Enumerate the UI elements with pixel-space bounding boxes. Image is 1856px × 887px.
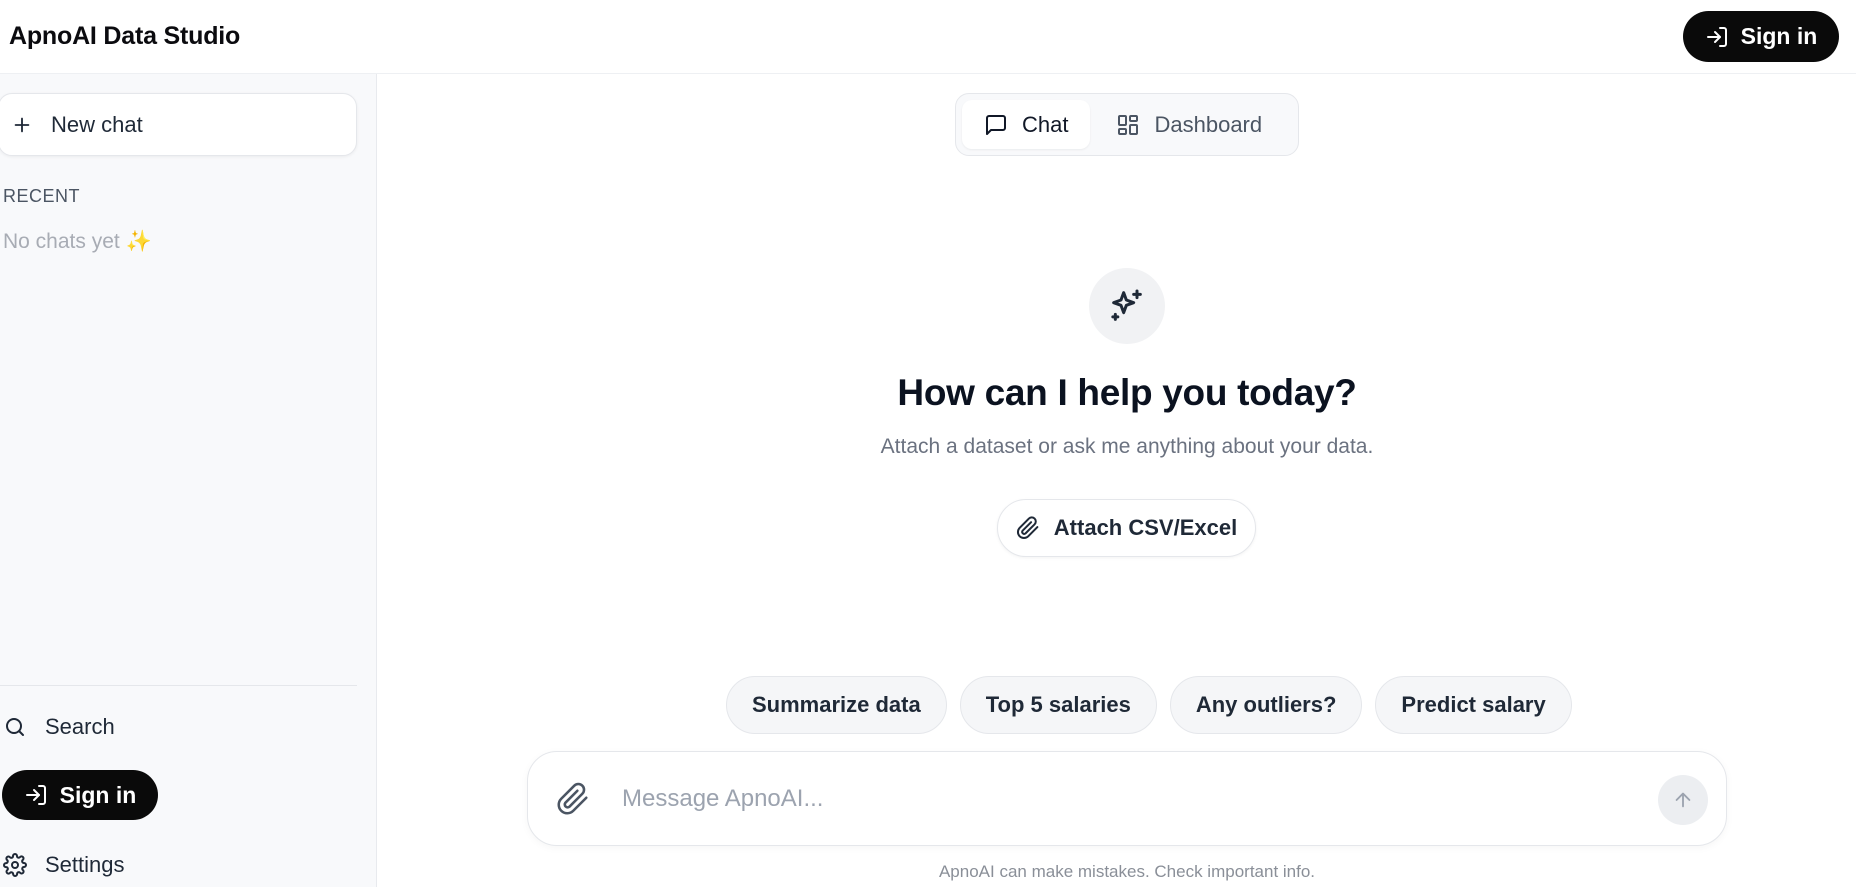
sidebar-sign-in-label: Sign in xyxy=(59,781,137,808)
suggestion-chip[interactable]: Any outliers? xyxy=(1169,676,1363,734)
recent-section-label: RECENT xyxy=(3,186,81,206)
top-bar: ApnoAI Data Studio Sign in xyxy=(0,0,1856,74)
sidebar-settings-button[interactable]: Settings xyxy=(3,852,125,878)
sidebar-search-label: Search xyxy=(45,714,115,739)
arrow-up-icon xyxy=(1672,789,1694,811)
attach-file-label: Attach CSV/Excel xyxy=(1053,515,1238,540)
new-chat-label: New chat xyxy=(51,111,143,137)
header-sign-in-label: Sign in xyxy=(1740,23,1818,49)
sidebar-divider xyxy=(0,685,357,686)
new-chat-button[interactable]: New chat xyxy=(0,93,357,156)
search-icon xyxy=(3,715,27,739)
suggestion-chips: Summarize data Top 5 salaries Any outlie… xyxy=(726,676,1572,734)
sidebar-search-button[interactable]: Search xyxy=(3,714,115,740)
sign-in-icon xyxy=(1705,25,1729,49)
hero-title: How can I help you today? xyxy=(897,372,1357,413)
tab-dashboard[interactable]: Dashboard xyxy=(1094,100,1284,149)
send-button[interactable] xyxy=(1658,775,1708,825)
sidebar: New chat RECENT No chats yet ✨ Search Si… xyxy=(0,74,377,887)
suggestion-chip[interactable]: Top 5 salaries xyxy=(959,676,1157,734)
suggestion-chip[interactable]: Predict salary xyxy=(1375,676,1572,734)
message-composer xyxy=(527,751,1727,846)
sidebar-settings-label: Settings xyxy=(45,852,125,877)
suggestion-chip[interactable]: Summarize data xyxy=(726,676,947,734)
disclaimer-text: ApnoAI can make mistakes. Check importan… xyxy=(938,862,1316,881)
attach-file-button[interactable]: Attach CSV/Excel xyxy=(997,499,1256,557)
message-square-icon xyxy=(984,113,1008,137)
sidebar-sign-in-button[interactable]: Sign in xyxy=(2,770,158,820)
paperclip-icon[interactable] xyxy=(556,782,592,818)
sparkles-icon xyxy=(1089,268,1165,344)
tab-chat-label: Chat xyxy=(1022,111,1069,137)
main-panel: Chat Dashboard How can I help you today?… xyxy=(377,74,1856,887)
hero-subtitle: Attach a dataset or ask me anything abou… xyxy=(880,435,1374,458)
tab-chat[interactable]: Chat xyxy=(962,100,1091,149)
view-switcher: Chat Dashboard xyxy=(955,93,1299,156)
empty-chats-text: No chats yet ✨ xyxy=(3,230,152,253)
sign-in-icon xyxy=(24,783,48,807)
message-input[interactable] xyxy=(622,774,1562,824)
plus-icon xyxy=(11,114,33,136)
grid-icon xyxy=(1116,113,1140,137)
app-title: ApnoAI Data Studio xyxy=(9,22,241,50)
paperclip-icon xyxy=(1016,516,1040,540)
gear-icon xyxy=(3,853,27,877)
tab-dashboard-label: Dashboard xyxy=(1154,111,1263,137)
header-sign-in-button[interactable]: Sign in xyxy=(1683,11,1839,62)
